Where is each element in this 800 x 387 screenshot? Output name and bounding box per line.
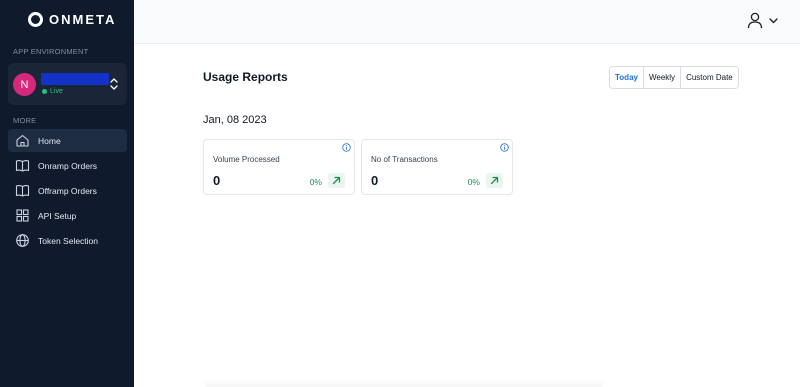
user-icon [747, 12, 763, 29]
brand-name: ONMETA [49, 12, 117, 27]
book-icon [15, 185, 30, 197]
env-status: Live [42, 88, 63, 95]
info-icon[interactable] [342, 143, 351, 152]
main-content: Usage Reports Today Weekly Custom Date J… [134, 0, 800, 387]
range-weekly-button[interactable]: Weekly [642, 67, 681, 88]
grid-icon [16, 209, 29, 222]
range-today-button[interactable]: Today [610, 67, 643, 88]
environment-switcher[interactable]: N Live [8, 63, 127, 105]
sidebar-item-api-setup[interactable]: API Setup [8, 204, 127, 227]
sidebar-item-label: Token Selection [38, 235, 99, 246]
top-bar [134, 0, 800, 44]
app-root: ONMETA APP ENVIRONMENT N Live MORE Home [0, 0, 800, 387]
sidebar-item-label: Home [38, 135, 61, 146]
date-range-selector: Today Weekly Custom Date [609, 66, 739, 89]
range-custom-date-button[interactable]: Custom Date [680, 67, 738, 88]
live-status-dot-icon [42, 89, 47, 94]
user-menu-button[interactable] [747, 12, 778, 29]
app-environment-label: APP ENVIRONMENT [13, 47, 89, 56]
stat-card-volume-processed: Volume Processed 0 0% [203, 139, 355, 195]
stat-change: 0% [309, 177, 322, 187]
env-status-text: Live [50, 88, 63, 95]
onmeta-logo-icon [28, 12, 43, 27]
report-date: Jan, 08 2023 [203, 114, 267, 126]
sidebar: ONMETA APP ENVIRONMENT N Live MORE Home [0, 0, 134, 387]
book-icon [15, 160, 30, 172]
stat-card-no-of-transactions: No of Transactions 0 0% [361, 139, 513, 195]
sidebar-item-home[interactable]: Home [8, 129, 127, 152]
sidebar-item-offramp-orders[interactable]: Offramp Orders [8, 179, 127, 202]
chevron-up-down-icon[interactable] [109, 76, 119, 92]
globe-icon [16, 234, 29, 247]
stat-change: 0% [467, 177, 480, 187]
env-name-redacted [41, 73, 109, 85]
env-avatar: N [13, 73, 36, 96]
more-section-label: MORE [13, 116, 37, 125]
sidebar-item-label: API Setup [38, 210, 77, 221]
chevron-down-icon [769, 17, 778, 23]
brand-logo[interactable]: ONMETA [28, 12, 116, 27]
sidebar-item-onramp-orders[interactable]: Onramp Orders [8, 154, 127, 177]
info-icon[interactable] [500, 143, 509, 152]
stat-value: 0 [371, 173, 379, 188]
trend-up-arrow-icon [328, 173, 345, 188]
page-title: Usage Reports [203, 70, 288, 84]
sidebar-item-label: Onramp Orders [38, 160, 98, 171]
stat-title: Volume Processed [213, 155, 280, 164]
stat-value: 0 [213, 173, 221, 188]
sidebar-item-token-selection[interactable]: Token Selection [8, 229, 127, 252]
sidebar-item-label: Offramp Orders [38, 185, 97, 196]
trend-up-arrow-icon [486, 173, 503, 188]
stat-title: No of Transactions [371, 155, 438, 164]
home-icon [16, 134, 29, 147]
bottom-fade [204, 379, 604, 387]
